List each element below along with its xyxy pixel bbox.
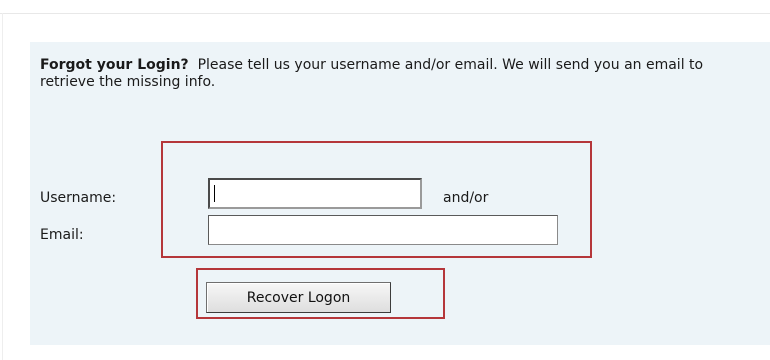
email-label: Email: <box>40 227 84 243</box>
text-caret <box>214 185 215 202</box>
top-divider <box>0 13 770 14</box>
intro-heading: Forgot your Login? <box>40 57 189 73</box>
recover-logon-button[interactable]: Recover Logon <box>206 282 391 313</box>
left-divider <box>2 13 3 360</box>
email-input[interactable] <box>208 215 558 245</box>
intro-text: Forgot your Login? Please tell us your u… <box>40 57 762 91</box>
username-label: Username: <box>40 190 117 206</box>
username-input[interactable] <box>208 178 422 209</box>
and-or-label: and/or <box>443 190 489 206</box>
